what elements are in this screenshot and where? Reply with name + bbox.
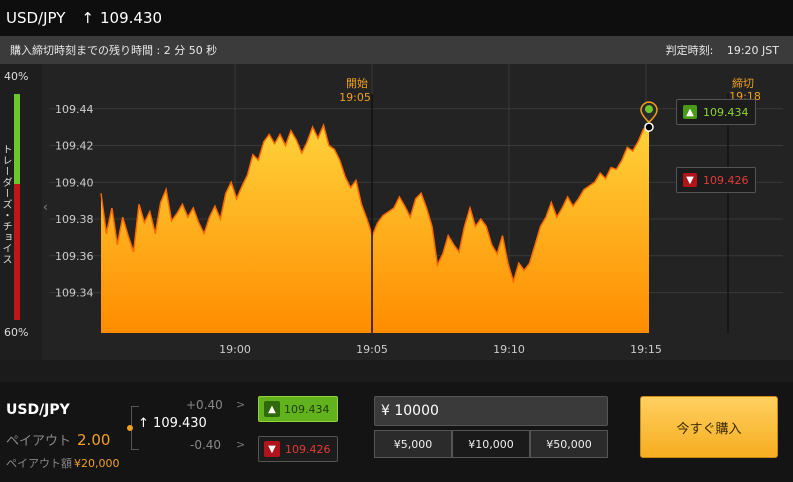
spread-plus: +0.40	[186, 398, 223, 412]
trade-arrow-icon: ↑	[138, 416, 149, 431]
payout-amount: ペイアウト額 ¥20,000	[6, 455, 120, 471]
y-tick-label: 109.40	[55, 176, 94, 189]
y-tick-label: 109.44	[55, 103, 94, 116]
sentiment-bar	[14, 94, 20, 320]
strike-lower-button[interactable]: ▼ 109.426	[676, 167, 756, 193]
amount-input[interactable]	[374, 396, 608, 426]
trade-current-value: 109.430	[153, 416, 207, 431]
payout-value: 2.00	[77, 431, 111, 449]
y-tick-label: 109.34	[55, 287, 94, 300]
preset-5000-button[interactable]: ¥5,000	[374, 430, 452, 458]
strike-lower-value: 109.426	[703, 173, 749, 187]
high-button-value: 109.434	[284, 402, 330, 416]
start-marker-time: 19:05	[339, 91, 371, 104]
x-tick-label: 19:05	[356, 343, 388, 356]
judge-time: 判定時刻: 19:20 JST	[656, 42, 779, 58]
y-tick-label: 109.38	[55, 213, 94, 226]
price-up-arrow-icon: ↑	[81, 9, 94, 27]
current-price-dot	[127, 425, 133, 431]
end-marker-label: 締切	[732, 76, 754, 90]
high-button[interactable]: ▲ 109.434	[258, 396, 338, 422]
strike-upper-value: 109.434	[703, 105, 749, 119]
preset-50000-button[interactable]: ¥50,000	[530, 430, 608, 458]
info-bar: 購入締切時刻までの残り時間 : 2 分 50 秒 判定時刻: 19:20 JST	[0, 36, 793, 64]
price-chart: 109.44 109.42 109.40 109.38 109.36 109.34 19:0…	[50, 64, 783, 356]
sentiment-down-fill	[14, 184, 20, 320]
title-bar: USD/JPY ↑ 109.430	[0, 0, 793, 36]
payout-amount-value: ¥20,000	[74, 457, 120, 470]
chevron-right-icon: >	[236, 398, 246, 411]
spread-minus: -0.40	[190, 438, 222, 452]
pin-inner	[645, 105, 653, 114]
low-button-value: 109.426	[285, 442, 331, 456]
preset-10000-button[interactable]: ¥10,000	[452, 430, 530, 458]
payout-amount-label: ペイアウト額	[6, 457, 72, 470]
payout: ペイアウト 2.00	[6, 430, 110, 449]
current-point	[644, 122, 654, 132]
trade-current-price: ↑ 109.430	[138, 416, 207, 431]
trade-panel: USD/JPY ペイアウト 2.00 ペイアウト額 ¥20,000 +0.40 > …	[0, 382, 793, 482]
trade-pair: USD/JPY	[6, 402, 70, 418]
chevron-left-icon[interactable]: ‹	[43, 200, 48, 214]
y-tick-label: 109.42	[55, 140, 94, 153]
x-tick-label: 19:15	[630, 343, 662, 356]
buy-now-button[interactable]: 今すぐ購入	[640, 396, 778, 458]
y-tick-label: 109.36	[55, 250, 94, 263]
judge-time-label: 判定時刻:	[665, 44, 714, 57]
sentiment-bottom-percent: 60%	[4, 326, 29, 339]
sentiment-top-percent: 40%	[4, 70, 29, 83]
countdown-text: 購入締切時刻までの残り時間 : 2 分 50 秒	[10, 44, 218, 57]
arrow-down-icon: ▼	[683, 173, 697, 187]
low-button[interactable]: ▼ 109.426	[258, 436, 338, 462]
sentiment-up-fill	[14, 94, 20, 185]
traders-choice-panel: 40% トレーダーズ・チョイス 60%	[0, 64, 42, 360]
start-marker-label: 開始	[346, 76, 368, 90]
strike-upper-button[interactable]: ▲ 109.434	[676, 99, 756, 125]
pair-title: USD/JPY	[6, 9, 66, 27]
payout-label: ペイアウト	[6, 434, 72, 449]
amount-presets: ¥5,000 ¥10,000 ¥50,000	[374, 430, 608, 458]
judge-time-value: 19:20 JST	[726, 44, 779, 57]
x-tick-label: 19:10	[493, 343, 525, 356]
sentiment-label: トレーダーズ・チョイス	[0, 144, 11, 265]
current-price: 109.430	[100, 9, 163, 27]
arrow-up-icon: ▲	[683, 105, 697, 119]
x-tick-label: 19:00	[219, 343, 251, 356]
chevron-right-icon: >	[236, 438, 246, 451]
arrow-up-icon: ▲	[264, 401, 280, 417]
arrow-down-icon: ▼	[264, 441, 280, 457]
